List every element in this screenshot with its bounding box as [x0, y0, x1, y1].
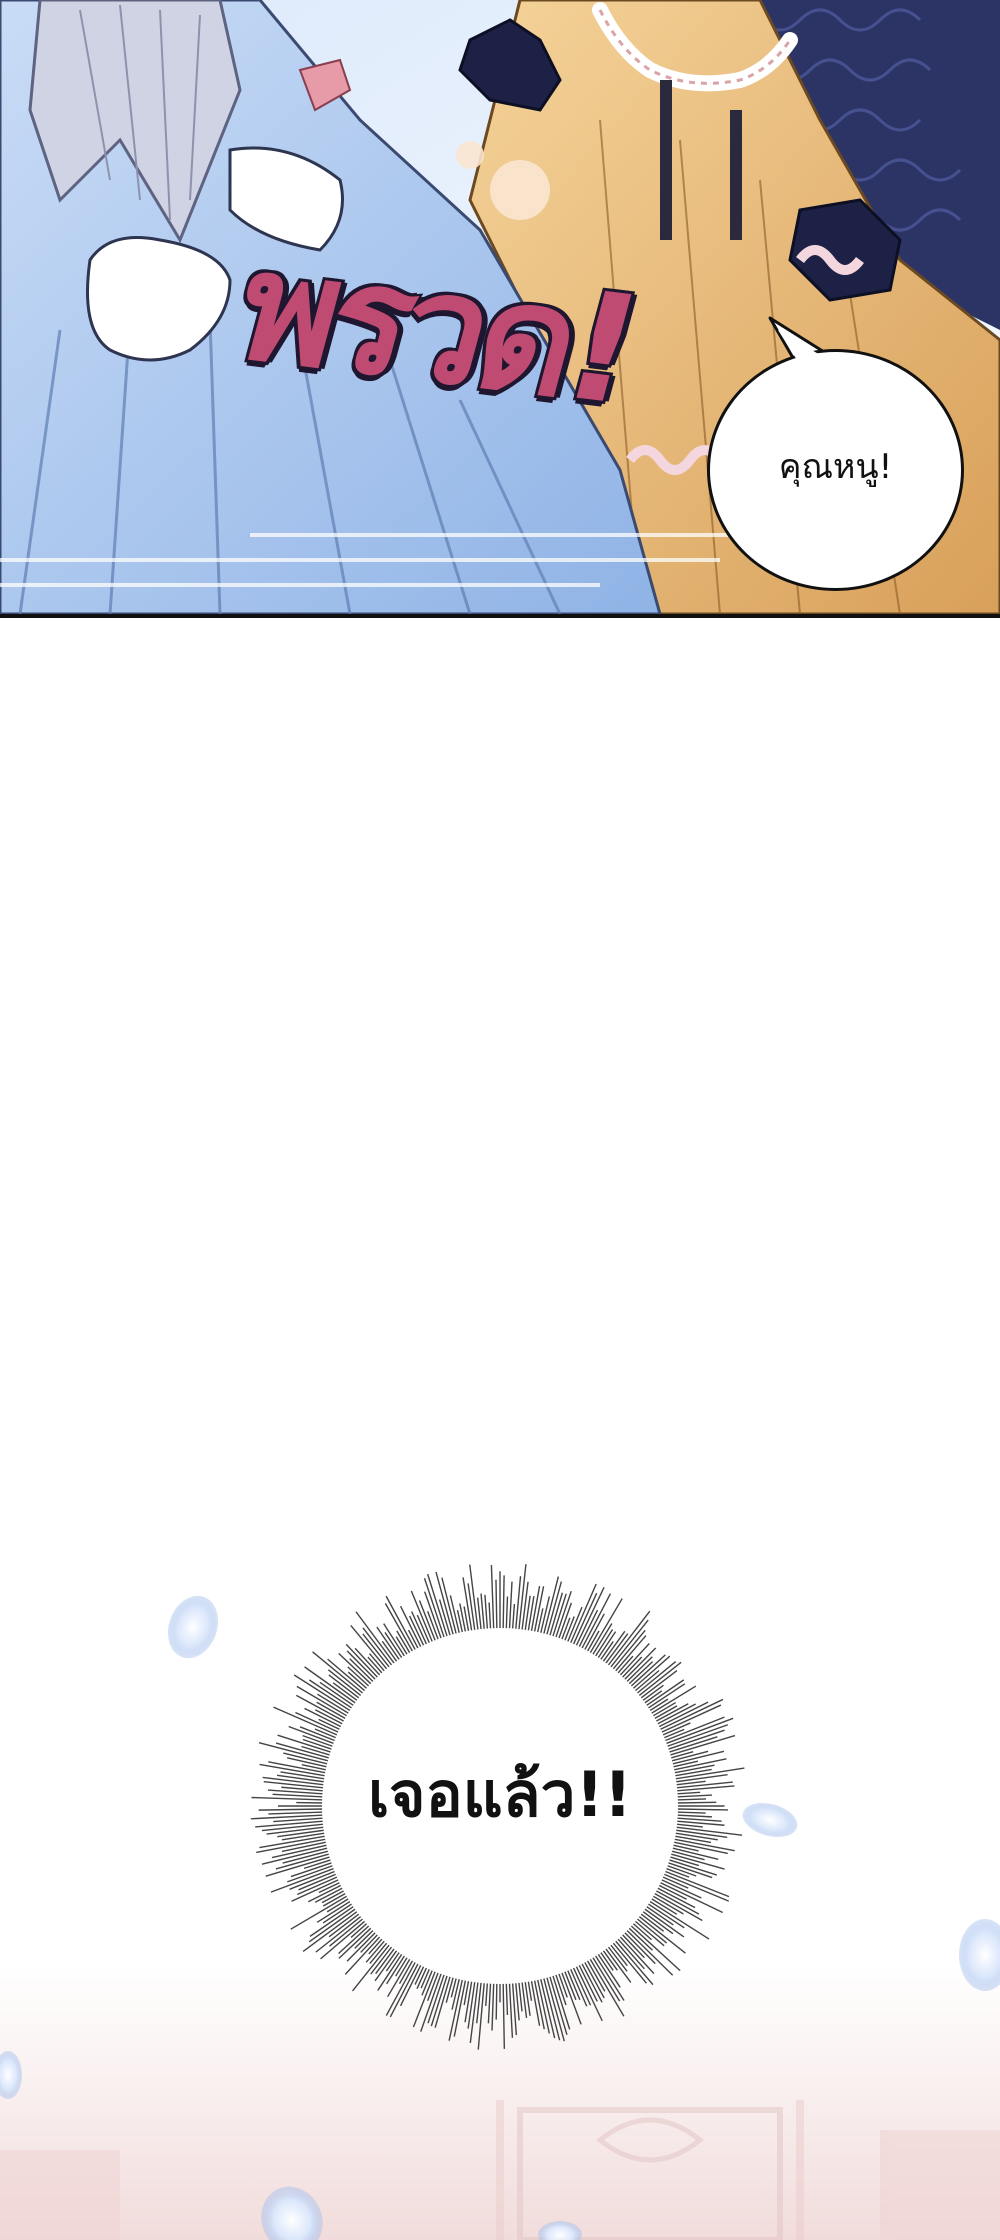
burst-ray — [675, 1808, 729, 1811]
speech-bubble-text: คุณหนู! — [778, 447, 893, 487]
burst-ray — [495, 1978, 498, 2020]
panel-bottom-artwork — [0, 1520, 1000, 2240]
speech-bubble-tail-cover — [778, 330, 832, 368]
comic-panel-top: พรวด! คุณหนู! — [0, 0, 1000, 618]
comic-panel-bottom: เจอแล้ว!! — [0, 1520, 1000, 2240]
burst-ray — [495, 1579, 498, 1634]
burst-ray — [675, 1801, 717, 1804]
comic-page: พรวด! คุณหนู! เจอแล้ว!! — [0, 0, 1000, 2240]
burst-exclamation-text: เจอแล้ว!! — [367, 1758, 633, 1831]
